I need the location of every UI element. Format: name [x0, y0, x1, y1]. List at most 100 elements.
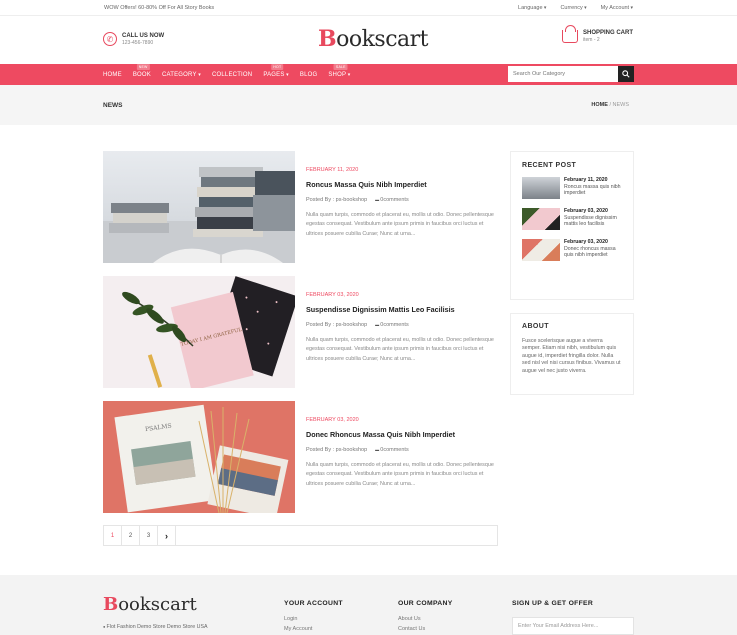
- top-bar: WOW Offers! 60-80% Off For All Story Boo…: [0, 0, 737, 16]
- psalms-illustration: PSALMS: [103, 401, 295, 513]
- post-author: Posted By : ps-bookshop: [306, 322, 368, 328]
- nav-blog[interactable]: Blog: [300, 72, 317, 78]
- phone-icon: ✆: [103, 32, 117, 46]
- breadcrumb-separator: /: [609, 102, 611, 108]
- nav-label: Shop: [328, 71, 347, 78]
- call-us[interactable]: ✆ CALL US NOW 123-456-7890: [103, 32, 164, 46]
- recent-post-title[interactable]: Donec rhoncus massa quis nibh imperdiet: [564, 246, 622, 259]
- post-excerpt: Nulla quam turpis, commodo et placerat e…: [306, 462, 494, 487]
- newsletter-email-field[interactable]: Enter Your Email Address Here...: [512, 617, 634, 635]
- blog-post-list: February 11, 2020 Roncus Massa Quis Nibh…: [103, 151, 498, 526]
- cart-title: SHOPPING CART: [582, 30, 633, 36]
- call-us-number: 123-456-7890: [122, 39, 154, 46]
- post-image-grateful-journal[interactable]: TODAY I AM GRATEFUL: [103, 276, 295, 388]
- footer-link-login[interactable]: Login: [284, 616, 343, 622]
- recent-posts-widget: Recent Post February 11, 2020 Roncus mas…: [510, 151, 634, 300]
- page-title: News: [103, 101, 123, 109]
- nav-pages[interactable]: Pages Hot: [263, 63, 289, 78]
- recent-post-thumbnail[interactable]: [522, 177, 560, 199]
- footer-link-about[interactable]: About Us: [398, 616, 453, 622]
- post-image-psalms-book[interactable]: PSALMS: [103, 401, 295, 513]
- post-date: February 03, 2020: [306, 417, 359, 423]
- nav-category[interactable]: Category: [162, 72, 201, 78]
- page-3[interactable]: 3: [140, 526, 158, 545]
- site-header: ✆ CALL US NOW 123-456-7890 Bookscart SHO…: [0, 16, 737, 64]
- recent-post-thumbnail[interactable]: [522, 208, 560, 230]
- next-page-button[interactable]: ›: [158, 526, 176, 545]
- basket-icon: [561, 25, 578, 43]
- footer-company-title: Our Company: [398, 600, 453, 607]
- post-meta: Posted By : ps-bookshop 0comments: [306, 447, 495, 453]
- new-badge: New: [136, 63, 150, 70]
- post-author: Posted By : ps-bookshop: [306, 447, 368, 453]
- search-input[interactable]: [508, 66, 618, 82]
- site-logo[interactable]: Bookscart: [318, 26, 429, 52]
- footer-signup-column: Sign Up & Get Offer: [512, 600, 593, 607]
- blog-post: TODAY I AM GRATEFUL February 03, 2020 Su…: [103, 276, 498, 388]
- nav-label: Home: [103, 71, 122, 78]
- breadcrumb-home[interactable]: Home: [591, 102, 608, 108]
- post-excerpt: Nulla quam turpis, commodo et placerat e…: [306, 337, 494, 362]
- recent-post-item[interactable]: February 03, 2020 Donec rhoncus massa qu…: [522, 239, 622, 261]
- nav-home[interactable]: Home: [103, 72, 122, 78]
- post-date: February 11, 2020: [306, 167, 359, 173]
- post-comments[interactable]: 0comments: [375, 322, 408, 328]
- search-icon: [622, 70, 630, 78]
- promo-text: WOW Offers! 60-80% Off For All Story Boo…: [104, 4, 215, 11]
- blog-post: February 11, 2020 Roncus Massa Quis Nibh…: [103, 151, 498, 263]
- recent-posts-title: Recent Post: [522, 162, 577, 169]
- breadcrumb-bar: News Home / News: [0, 85, 737, 125]
- nav-label: Collection: [211, 71, 253, 78]
- logo-wordmark: ookscart: [336, 27, 429, 52]
- recent-post-thumbnail[interactable]: [522, 239, 560, 261]
- call-us-title: CALL US NOW: [122, 32, 165, 39]
- footer-link-contact[interactable]: Contact Us: [398, 626, 453, 632]
- main-nav: Home BookNew Category Collection PagesHo…: [0, 63, 737, 85]
- about-widget: About Fusce scelerisque augue a viverra …: [510, 313, 634, 395]
- pagination: 1 2 3 ›: [103, 525, 498, 546]
- footer-account-column: Your Account Login My Account: [284, 600, 343, 632]
- page-2[interactable]: 2: [122, 526, 140, 545]
- search-bar: [508, 66, 634, 82]
- recent-post-item[interactable]: February 03, 2020 Suspendisse dignissim …: [522, 208, 622, 230]
- logo-initial: B: [318, 26, 337, 52]
- logo-initial: B: [103, 594, 119, 615]
- recent-post-title[interactable]: Suspendisse dignissim mattis leo facilis…: [564, 215, 622, 228]
- shopping-cart[interactable]: SHOPPING CART item - 2: [561, 25, 633, 43]
- post-title[interactable]: Donec Rhoncus Massa Quis Nibh Imperdiet: [306, 430, 495, 439]
- breadcrumb: Home / News: [591, 102, 629, 108]
- footer-account-title: Your Account: [284, 600, 343, 607]
- post-meta: Posted By : ps-bookshop 0comments: [306, 197, 495, 203]
- search-button[interactable]: [618, 66, 634, 82]
- breadcrumb-current: News: [612, 102, 630, 108]
- footer-link-my-account[interactable]: My Account: [284, 626, 343, 632]
- nav-label: Pages: [263, 71, 285, 78]
- post-excerpt: Nulla quam turpis, commodo et placerat e…: [306, 212, 494, 237]
- my-account-dropdown[interactable]: My Account: [601, 5, 633, 11]
- post-author: Posted By : ps-bookshop: [306, 197, 368, 203]
- nav-collection[interactable]: Collection: [212, 72, 252, 78]
- language-dropdown[interactable]: Language: [518, 5, 546, 11]
- currency-dropdown[interactable]: Currency: [560, 5, 586, 11]
- footer-address: Flot Fashion Demo Store Demo Store USA: [103, 624, 208, 630]
- footer-company-column: Our Company About Us Contact Us: [398, 600, 453, 632]
- recent-post-title[interactable]: Roncus massa quis nibh imperdiet: [564, 184, 622, 197]
- nav-shop[interactable]: Shop Sale: [328, 63, 350, 78]
- page-1[interactable]: 1: [104, 526, 122, 545]
- recent-post-date: February 11, 2020: [564, 177, 608, 183]
- recent-post-item[interactable]: February 11, 2020 Roncus massa quis nibh…: [522, 177, 622, 199]
- journal-illustration: TODAY I AM GRATEFUL: [103, 276, 295, 388]
- post-meta: Posted By : ps-bookshop 0comments: [306, 322, 495, 328]
- post-title[interactable]: Suspendisse Dignissim Mattis Leo Facilis…: [306, 305, 495, 314]
- post-comments[interactable]: 0comments: [375, 447, 408, 453]
- about-text: Fusce scelerisque augue a viverra semper…: [522, 338, 621, 374]
- nav-label: Blog: [299, 71, 318, 78]
- recent-post-date: February 03, 2020: [564, 208, 608, 214]
- nav-book[interactable]: Book New: [133, 63, 151, 78]
- footer-logo[interactable]: Bookscart: [103, 594, 197, 615]
- post-image-books-stack[interactable]: [103, 151, 295, 263]
- sale-badge: Sale: [333, 63, 348, 70]
- logo-wordmark: ookscart: [118, 594, 197, 615]
- post-title[interactable]: Roncus Massa Quis Nibh Imperdiet: [306, 180, 495, 189]
- post-comments[interactable]: 0comments: [375, 197, 408, 203]
